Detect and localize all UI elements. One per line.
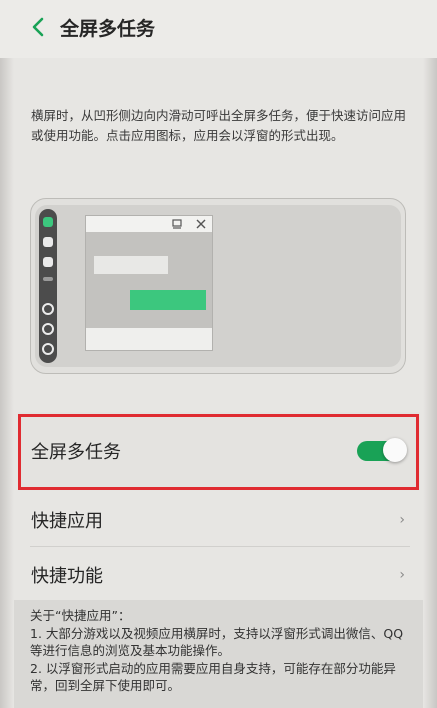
illustration-screen xyxy=(35,205,401,367)
app-dot-icon xyxy=(43,237,53,247)
floating-window-graphic xyxy=(85,215,213,351)
feature-description: 横屏时，从凹形侧边向内滑动可呼出全屏多任务，便于快速访问应用或使用功能。点击应用… xyxy=(31,108,407,143)
message-bubble-graphic xyxy=(94,256,168,274)
multitask-sidebar-graphic xyxy=(39,209,57,363)
close-icon xyxy=(196,219,206,229)
fullscreen-multitask-toggle[interactable] xyxy=(357,438,407,462)
header-bar: 全屏多任务 xyxy=(0,0,437,58)
app-dot-icon xyxy=(43,257,53,267)
notes-line-1: 1. 大部分游戏以及视频应用横屏时，支持以浮窗形式调出微信、QQ等进行信息的浏览… xyxy=(30,625,404,659)
shortcut-apps-label: 快捷应用 xyxy=(31,511,103,532)
separator-icon xyxy=(43,277,53,281)
message-bubble-graphic xyxy=(130,290,206,310)
back-button[interactable] xyxy=(26,14,50,40)
shortcut-functions-row[interactable]: 快捷功能 › xyxy=(14,547,423,601)
function-circle-icon xyxy=(42,303,54,315)
chevron-left-icon xyxy=(32,17,44,37)
app-dot-icon xyxy=(43,217,53,227)
notes-line-2: 2. 以浮窗形式启动的应用需要应用自身支持，可能存在部分功能异常，回到全屏下使用… xyxy=(30,660,396,694)
shortcut-functions-label: 快捷功能 xyxy=(31,566,103,587)
notes-text: 关于“快捷应用”： 1. 大部分游戏以及视频应用横屏时，支持以浮窗形式调出微信、… xyxy=(30,607,410,695)
function-circle-icon xyxy=(42,343,54,355)
function-circle-icon xyxy=(42,323,54,335)
input-bar-graphic xyxy=(86,328,212,350)
chevron-right-icon: › xyxy=(399,512,405,528)
minimize-icon xyxy=(172,219,182,229)
fullscreen-multitask-label: 全屏多任务 xyxy=(31,442,121,463)
toggle-knob xyxy=(383,438,407,462)
floating-window-titlebar xyxy=(86,216,212,232)
page-title: 全屏多任务 xyxy=(60,18,156,40)
feature-illustration xyxy=(30,198,406,374)
shortcut-apps-row[interactable]: 快捷应用 › xyxy=(14,492,423,546)
chevron-right-icon: › xyxy=(399,567,405,583)
notes-heading: 关于“快捷应用”： xyxy=(30,608,131,623)
